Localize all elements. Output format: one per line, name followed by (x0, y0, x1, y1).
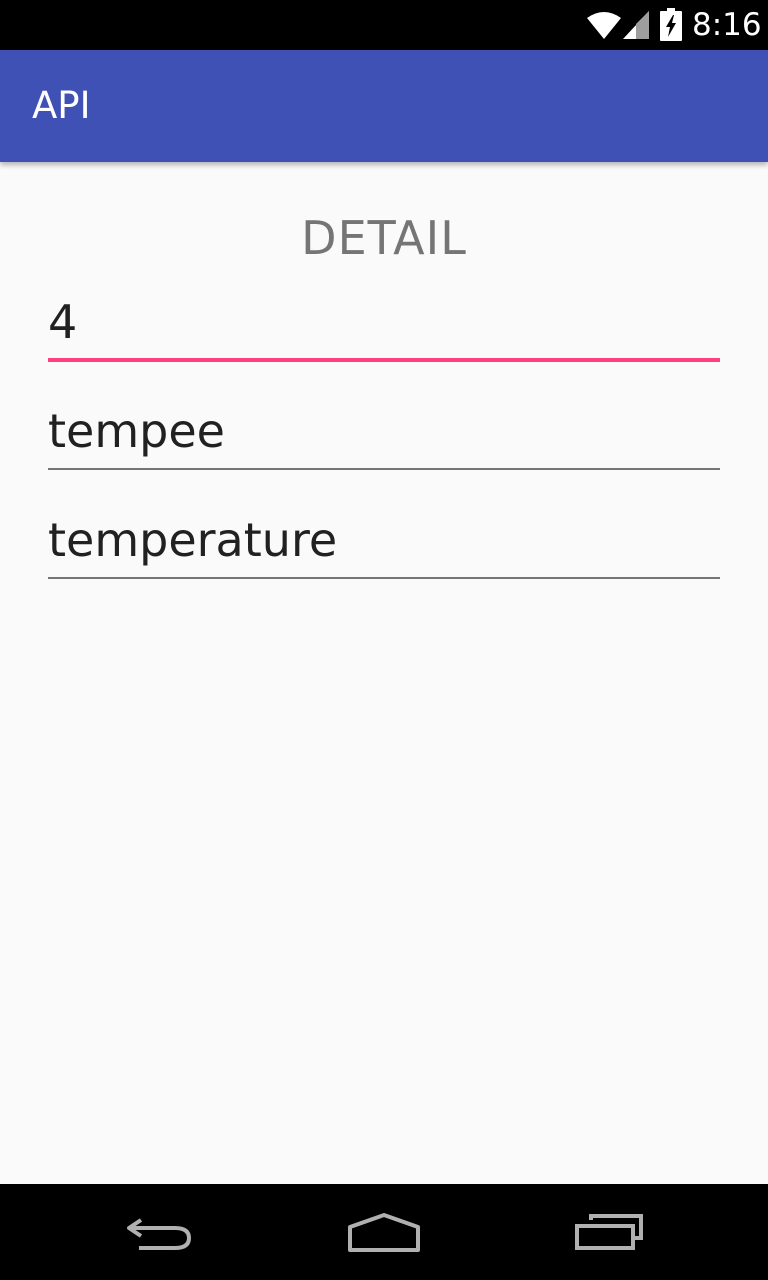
navigation-bar (0, 1184, 768, 1280)
back-icon (127, 1218, 192, 1250)
name-field[interactable] (48, 394, 720, 470)
status-bar: 8:16 (0, 0, 768, 50)
app-title: API (32, 84, 91, 127)
detail-heading: DETAIL (301, 211, 467, 265)
recents-icon (575, 1214, 643, 1250)
wifi-icon (587, 12, 621, 39)
recents-button[interactable] (562, 1198, 658, 1266)
id-field[interactable] (48, 286, 720, 362)
type-field[interactable] (48, 503, 720, 579)
home-icon (348, 1213, 420, 1252)
home-button[interactable] (336, 1198, 432, 1266)
main-content: DETAIL (0, 162, 768, 1184)
back-button[interactable] (112, 1198, 208, 1266)
signal-icon (623, 11, 649, 39)
app-bar: API (0, 50, 768, 162)
status-time: 8:16 (692, 7, 762, 43)
battery-charging-icon (660, 8, 682, 41)
